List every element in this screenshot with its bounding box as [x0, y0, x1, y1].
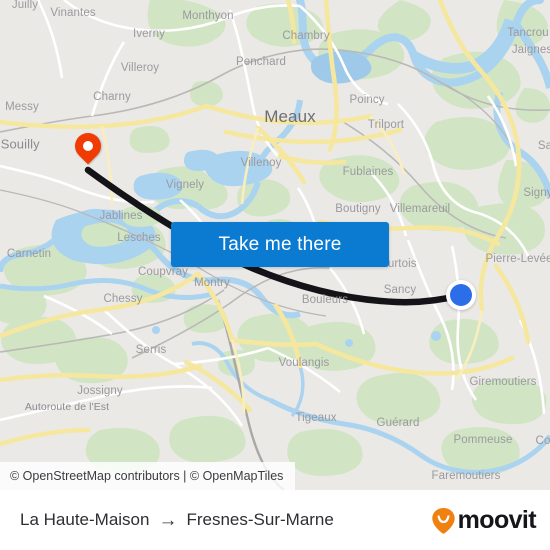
moovit-pin-icon	[431, 507, 455, 534]
footer-bar: La Haute-Maison → Fresnes-Sur-Marne moov…	[0, 490, 550, 550]
moovit-wordmark: moovit	[457, 505, 537, 534]
arrow-right-icon: →	[158, 509, 178, 531]
destination-dot-icon	[450, 284, 472, 306]
route-summary: La Haute-Maison → Fresnes-Sur-Marne	[20, 510, 334, 530]
moovit-logo[interactable]: moovit	[431, 505, 537, 534]
map-canvas[interactable]: Juilly Vinantes Monthyon Chambry Tancrou Iver…	[0, 0, 550, 490]
route-destination-label: Fresnes-Sur-Marne	[186, 510, 334, 529]
map-attribution[interactable]: © OpenStreetMap contributors | © OpenMap…	[0, 462, 296, 490]
moovit-route-screenshot: Juilly Vinantes Monthyon Chambry Tancrou Iver…	[0, 0, 550, 550]
take-me-there-button[interactable]: Take me there	[171, 222, 389, 267]
route-origin-label: La Haute-Maison	[20, 510, 150, 529]
